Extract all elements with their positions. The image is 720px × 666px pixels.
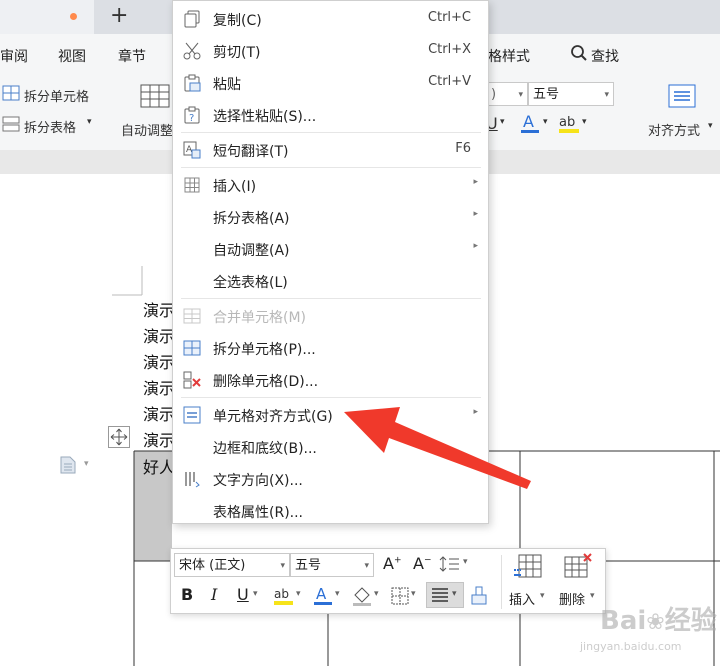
align-dropdown-button[interactable]: ▾ bbox=[426, 582, 464, 608]
delete-button[interactable]: 删除 bbox=[559, 589, 585, 608]
svg-text:ab: ab bbox=[274, 587, 289, 601]
watermark-url: jingyan.baidu.com bbox=[580, 640, 682, 653]
insert-rowcol-icon[interactable] bbox=[513, 553, 543, 585]
shading-dropdown-icon[interactable]: ▾ bbox=[374, 589, 379, 599]
paw-icon: ❀ bbox=[646, 610, 665, 635]
highlight-icon[interactable]: ab bbox=[273, 585, 295, 611]
insert-dropdown-icon[interactable]: ▾ bbox=[540, 591, 545, 601]
watermark-brand: 经验 bbox=[664, 606, 717, 636]
toolbar-divider bbox=[501, 555, 502, 609]
insert-button[interactable]: 插入 bbox=[509, 589, 535, 608]
mini-toolbar: 宋体 (正文) ▾ 五号 ▾ A+ A− ▾ B I U ▾ ab ▾ A ▾ ▾ … bbox=[170, 548, 606, 614]
shading-icon[interactable] bbox=[351, 585, 373, 611]
mini-font-size-select[interactable]: 五号 ▾ bbox=[290, 553, 374, 577]
highlight-dropdown-icon[interactable]: ▾ bbox=[296, 589, 301, 599]
mini-font-size-value: 五号 bbox=[295, 558, 322, 573]
font-color-icon[interactable]: A bbox=[313, 585, 333, 611]
mini-font-name-value: 宋体 (正文) bbox=[179, 558, 246, 573]
borders-dropdown-icon[interactable]: ▾ bbox=[411, 589, 416, 599]
borders-icon[interactable] bbox=[391, 587, 409, 609]
mini-font-name-select[interactable]: 宋体 (正文) ▾ bbox=[174, 553, 290, 577]
watermark-logo: Bai❀经验 bbox=[600, 606, 717, 636]
shrink-font-icon[interactable]: A− bbox=[413, 554, 432, 573]
line-spacing-dropdown-icon[interactable]: ▾ bbox=[463, 557, 468, 567]
svg-text:A: A bbox=[316, 585, 327, 603]
underline-dropdown-icon[interactable]: ▾ bbox=[253, 589, 258, 599]
align-dropdown-icon: ▾ bbox=[452, 589, 457, 599]
format-painter-icon[interactable] bbox=[469, 585, 489, 611]
grow-font-icon[interactable]: A+ bbox=[383, 554, 402, 573]
bold-button[interactable]: B bbox=[181, 585, 193, 604]
align-justify-icon bbox=[432, 588, 448, 602]
italic-button[interactable]: I bbox=[211, 585, 217, 604]
font-color-dropdown-icon[interactable]: ▾ bbox=[335, 589, 340, 599]
underline-button[interactable]: U bbox=[237, 585, 249, 604]
line-spacing-icon[interactable] bbox=[439, 555, 463, 577]
delete-dropdown-icon[interactable]: ▾ bbox=[590, 591, 595, 601]
delete-rowcol-icon[interactable] bbox=[563, 553, 593, 585]
